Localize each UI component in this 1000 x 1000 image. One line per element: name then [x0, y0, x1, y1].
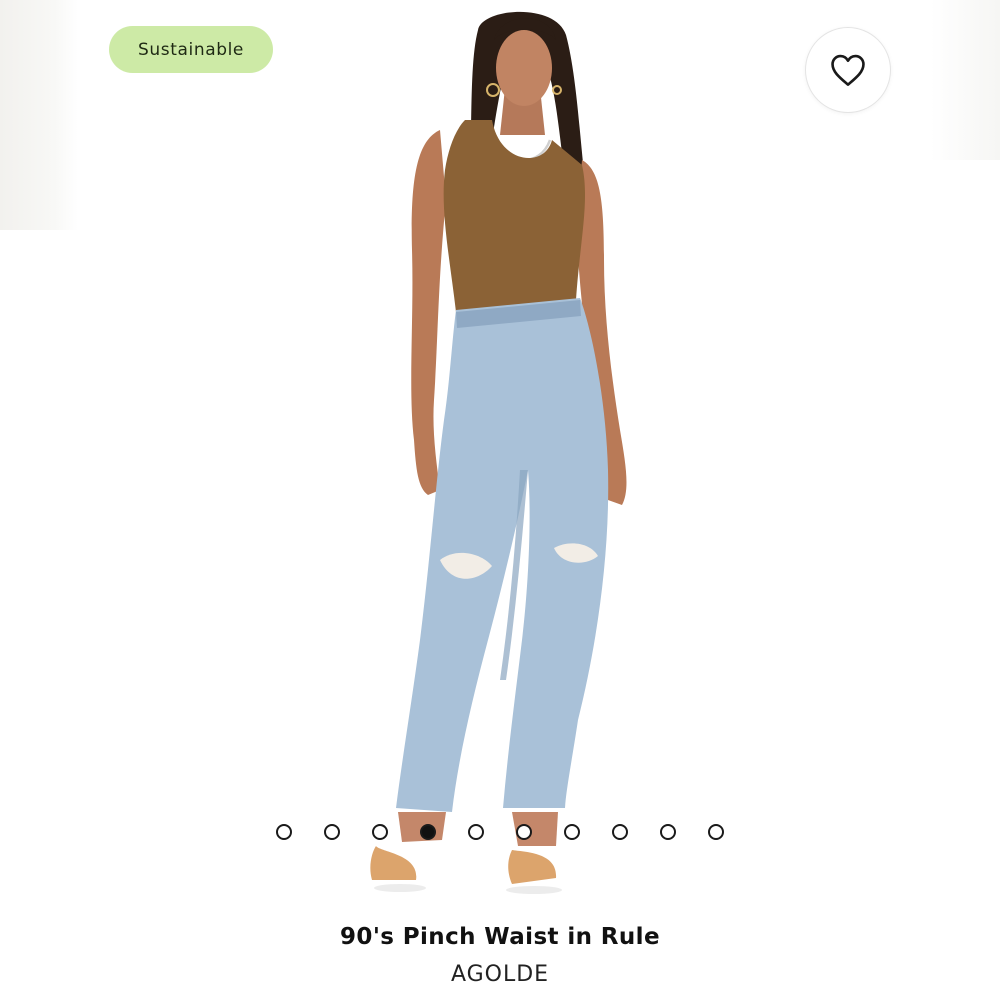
carousel-pagination	[0, 824, 1000, 840]
carousel-dot-5[interactable]	[468, 824, 484, 840]
carousel-dot-9[interactable]	[660, 824, 676, 840]
carousel-dot-3[interactable]	[372, 824, 388, 840]
product-image[interactable]	[330, 0, 670, 910]
product-title: 90's Pinch Waist in Rule	[340, 924, 660, 950]
next-slide-peek	[930, 0, 1000, 160]
carousel-dot-10[interactable]	[708, 824, 724, 840]
sustainable-badge: Sustainable	[109, 26, 273, 73]
product-detail-screen: Sustainable 90's Pinch Waist in Rule AGO…	[0, 0, 1000, 1000]
sustainable-badge-label: Sustainable	[138, 39, 244, 60]
carousel-dot-2[interactable]	[324, 824, 340, 840]
heart-outline-icon	[831, 54, 865, 86]
favorite-button[interactable]	[805, 27, 891, 113]
carousel-dot-4-active[interactable]	[420, 824, 436, 840]
carousel-dot-7[interactable]	[564, 824, 580, 840]
carousel-dot-8[interactable]	[612, 824, 628, 840]
carousel-dot-1[interactable]	[276, 824, 292, 840]
previous-slide-peek	[0, 0, 78, 230]
product-brand[interactable]: AGOLDE	[0, 962, 1000, 987]
carousel-dot-6[interactable]	[516, 824, 532, 840]
